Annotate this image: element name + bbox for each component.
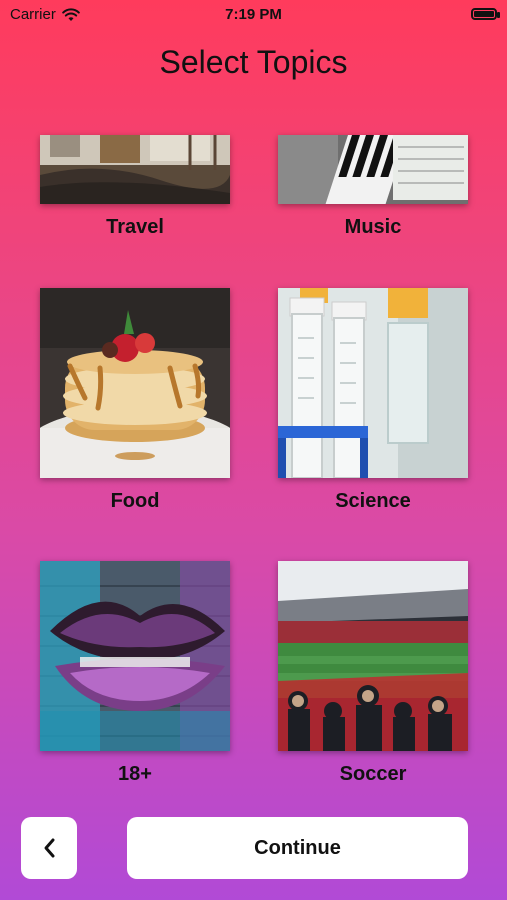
topic-soccer[interactable]: Soccer: [278, 561, 468, 786]
status-bar: Carrier 7:19 PM: [0, 0, 507, 30]
back-button[interactable]: [21, 817, 77, 879]
soccer-image: [278, 561, 468, 751]
topic-label: 18+: [118, 763, 152, 785]
continue-button[interactable]: Continue: [127, 817, 468, 879]
topic-food[interactable]: Food: [40, 288, 230, 513]
topic-label: Music: [344, 216, 402, 238]
topic-label: Travel: [106, 216, 164, 238]
topic-label: Soccer: [339, 763, 407, 785]
chevron-left-icon: [44, 838, 55, 858]
18plus-image: [40, 561, 230, 751]
page-title: Select Topics: [159, 44, 348, 80]
topic-label: Food: [110, 490, 160, 512]
battery-icon: [471, 8, 500, 20]
topic-music[interactable]: Music: [278, 135, 468, 239]
food-image: [40, 288, 230, 478]
status-time: 7:19 PM: [225, 6, 282, 23]
topic-travel[interactable]: Travel: [40, 135, 230, 239]
topic-18plus[interactable]: 18+: [40, 561, 230, 786]
topic-science[interactable]: Science: [278, 288, 468, 513]
travel-image: [40, 135, 230, 204]
music-image: [278, 135, 468, 204]
topic-label: Science: [335, 490, 411, 512]
science-image: [278, 288, 468, 478]
